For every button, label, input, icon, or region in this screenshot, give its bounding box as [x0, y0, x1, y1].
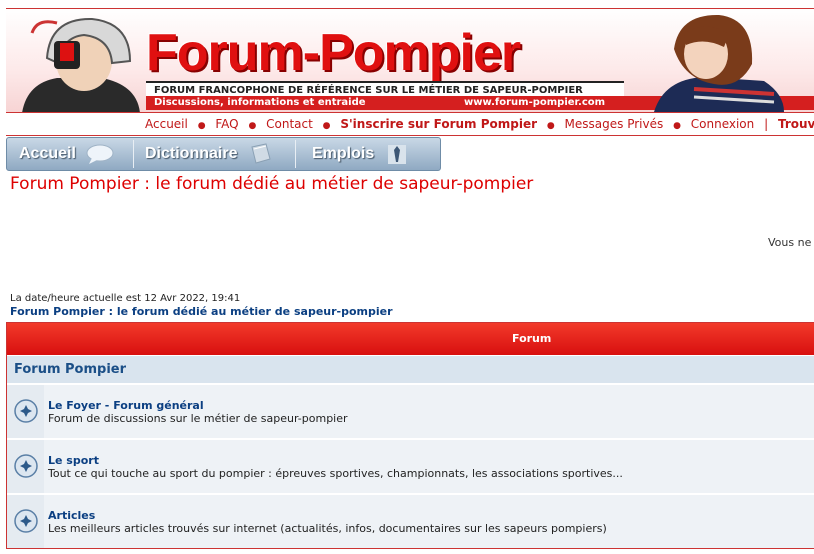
nav-login[interactable]: Connexion — [691, 117, 755, 131]
forum-title[interactable]: Le sport — [48, 454, 623, 467]
nav-find[interactable]: Trouver u — [778, 117, 814, 131]
tie-icon — [387, 144, 406, 164]
tab-emplois[interactable]: Emplois — [312, 138, 409, 170]
forum-description: Forum de discussions sur le métier de sa… — [48, 412, 348, 425]
site-url: www.forum-pompier.com — [464, 97, 606, 108]
tab-accueil-label: Accueil — [19, 145, 76, 162]
tab-dictionnaire[interactable]: Dictionnaire — [145, 138, 272, 170]
column-header-forum: Forum — [512, 332, 552, 345]
forum-table: Forum Forum Pompier Le Foyer - Forum gén… — [6, 322, 814, 549]
bullet-icon: ● — [673, 121, 681, 131]
forum-folder-icon — [14, 509, 38, 533]
nav-private-messages[interactable]: Messages Privés — [565, 117, 664, 131]
nav-register[interactable]: S'inscrire sur Forum Pompier — [340, 117, 537, 131]
bullet-icon: ● — [248, 121, 257, 131]
forum-folder-icon — [14, 399, 38, 423]
login-notice: Vous ne — [768, 236, 812, 249]
page-title: Forum Pompier : le forum dédié au métier… — [10, 174, 534, 194]
current-datetime: La date/heure actuelle est 12 Avr 2022, … — [10, 293, 241, 304]
bullet-icon: ● — [546, 121, 555, 131]
tab-dictionnaire-label: Dictionnaire — [145, 145, 238, 162]
breadcrumb[interactable]: Forum Pompier : le forum dédié au métier… — [10, 305, 393, 318]
forum-title[interactable]: Articles — [48, 509, 607, 522]
bullet-icon: ● — [322, 121, 331, 131]
forum-description: Les meilleurs articles trouvés sur inter… — [48, 522, 607, 535]
nav-accueil[interactable]: Accueil — [145, 117, 188, 131]
tab-bar: Accueil Dictionnaire Emplois — [6, 137, 441, 171]
nav-faq[interactable]: FAQ — [215, 117, 238, 131]
forum-row: Le Foyer - Forum général Forum de discus… — [7, 383, 814, 438]
forum-row: Le sport Tout ce qui touche au sport du … — [7, 438, 814, 493]
firefighter-woman-illustration — [654, 14, 784, 112]
top-nav: Accueil ● FAQ ● Contact ● S'inscrire sur… — [6, 112, 814, 136]
category-row[interactable]: Forum Pompier — [7, 355, 814, 383]
nav-contact[interactable]: Contact — [266, 117, 313, 131]
tab-emplois-label: Emplois — [312, 145, 375, 162]
forum-row: Articles Les meilleurs articles trouvés … — [7, 493, 814, 548]
tab-accueil[interactable]: Accueil — [19, 138, 114, 170]
speech-bubble-icon — [86, 144, 114, 164]
fireman-illustration — [22, 17, 140, 112]
forum-title[interactable]: Le Foyer - Forum général — [48, 399, 348, 412]
table-header: Forum — [7, 323, 814, 355]
forum-description: Tout ce qui touche au sport du pompier :… — [48, 467, 623, 480]
header-banner: Forum-Pompier FORUM FRANCOPHONE DE RÉFÉR… — [6, 8, 814, 112]
tagline: Discussions, informations et entraide — [154, 97, 366, 108]
bullet-icon: ● — [197, 121, 206, 131]
divider: | — [764, 117, 769, 131]
book-icon — [251, 143, 271, 164]
site-logo[interactable]: Forum-Pompier — [146, 23, 521, 83]
forum-folder-icon — [14, 454, 38, 478]
